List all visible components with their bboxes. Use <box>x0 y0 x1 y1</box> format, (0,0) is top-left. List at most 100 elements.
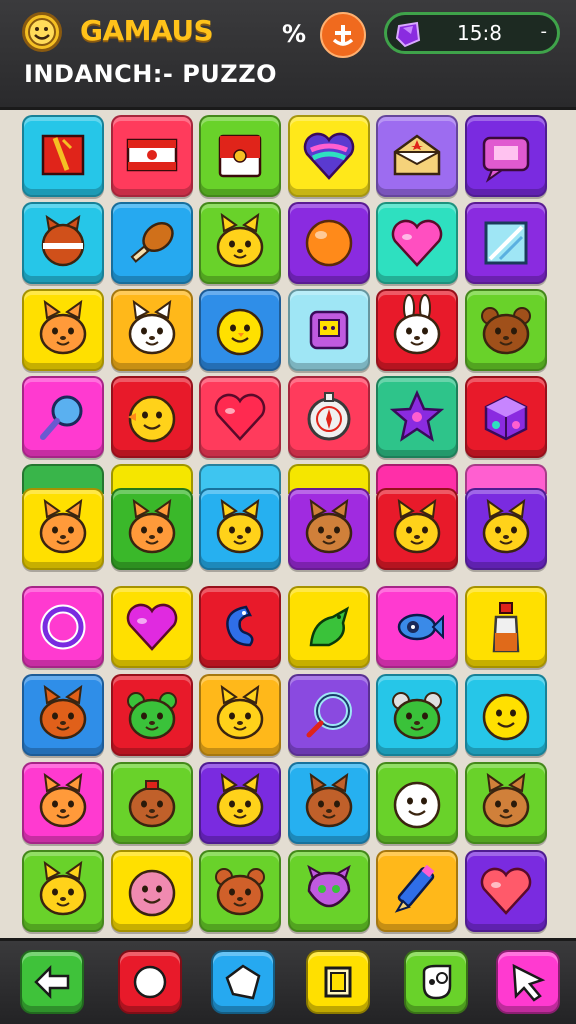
tile-chick-yellow[interactable] <box>110 376 193 458</box>
tile-cat-yellow[interactable] <box>199 488 281 570</box>
tile-heart-magenta[interactable] <box>110 586 193 668</box>
drumstick-icon <box>122 213 182 273</box>
compass-badge-icon <box>299 387 359 447</box>
tile-smiley-yellow[interactable] <box>464 674 547 756</box>
purple-gem-icon <box>395 21 421 48</box>
cat-yellow-icon <box>476 498 536 559</box>
top-bar: GAMAUS INDANCH:- PUZZO % 15:8 - <box>0 0 576 110</box>
flag-red-icon <box>33 126 93 186</box>
tile-fox-orange[interactable] <box>22 674 104 756</box>
tile-robot-face[interactable] <box>287 289 370 371</box>
tile-star-purple[interactable] <box>376 376 458 458</box>
tile-cat-orange[interactable] <box>22 762 104 844</box>
tile-envelope-star[interactable] <box>376 115 458 197</box>
fox-brown-icon <box>299 772 359 833</box>
chick-face-icon <box>210 300 270 360</box>
tile-cat-yellow[interactable] <box>464 488 547 570</box>
cat-yellow-icon <box>210 212 270 273</box>
cat-brown-icon <box>299 498 359 559</box>
tile-heart-red[interactable] <box>199 376 281 458</box>
record-button[interactable] <box>118 950 182 1014</box>
cat-orange-icon <box>33 299 93 360</box>
tile-bear-orange[interactable] <box>199 850 281 932</box>
tile-bottle[interactable] <box>464 586 547 668</box>
tile-monster-purple[interactable] <box>287 850 370 932</box>
tile-cat-yellow[interactable] <box>199 202 281 284</box>
timer-arrow-icon[interactable]: - <box>541 21 548 42</box>
bottle-icon <box>476 597 536 657</box>
tile-heart-rainbow[interactable] <box>287 115 370 197</box>
seahorse-blue-icon <box>210 597 270 657</box>
tile-compass-badge[interactable] <box>287 376 370 458</box>
dragon-green-icon <box>299 597 359 657</box>
sticker-button[interactable] <box>404 950 468 1014</box>
cat-yellow-icon <box>33 860 93 921</box>
cursor-icon <box>508 962 548 1002</box>
tile-dragon-green[interactable] <box>287 586 370 668</box>
tile-ring-blue[interactable] <box>287 674 370 756</box>
tile-cat-orange[interactable] <box>22 289 104 371</box>
tile-drumstick[interactable] <box>110 202 193 284</box>
fox-ball-icon <box>33 213 93 273</box>
tile-fox-brown[interactable] <box>287 762 370 844</box>
tile-pencil-blue[interactable] <box>376 850 458 932</box>
tile-ball-pink[interactable] <box>110 850 193 932</box>
cat-orange-icon <box>122 498 182 559</box>
heart-magenta-icon <box>122 597 182 657</box>
tile-heart-coral[interactable] <box>464 850 547 932</box>
orange-ball-icon <box>299 213 359 273</box>
tile-orange-ball[interactable] <box>287 202 370 284</box>
tile-heart-pink[interactable] <box>376 202 458 284</box>
heart-rainbow-icon <box>299 126 359 186</box>
tile-cat-brown[interactable] <box>464 762 547 844</box>
tile-acorn-face[interactable] <box>110 762 193 844</box>
cat-yellow-icon <box>210 772 270 833</box>
tile-cat-orange[interactable] <box>22 488 104 570</box>
anchor-icon[interactable] <box>320 12 366 58</box>
tile-cat-white[interactable] <box>110 289 193 371</box>
back-button[interactable] <box>20 950 84 1014</box>
tile-ghost-white[interactable] <box>376 762 458 844</box>
sticker-icon <box>416 962 456 1002</box>
square-button[interactable] <box>306 950 370 1014</box>
ball-pink-icon <box>122 861 182 921</box>
tile-flag-red-white[interactable] <box>199 115 281 197</box>
tile-cat-yellow[interactable] <box>199 762 281 844</box>
tile-cat-yellow[interactable] <box>199 674 281 756</box>
tile-frog-green[interactable] <box>110 674 193 756</box>
tile-bunny-white[interactable] <box>376 289 458 371</box>
ring-purple-icon <box>33 597 93 657</box>
tile-cat-yellow[interactable] <box>22 850 104 932</box>
cat-orange-icon <box>33 772 93 833</box>
tile-magnifier-blue[interactable] <box>22 376 104 458</box>
tile-cat-brown[interactable] <box>287 488 370 570</box>
tile-bear-brown[interactable] <box>464 289 547 371</box>
tile-flag-red[interactable] <box>22 115 104 197</box>
tile-gift-cube[interactable] <box>464 376 547 458</box>
tile-flag-banner[interactable] <box>110 115 193 197</box>
percent-button[interactable]: % <box>278 18 310 50</box>
bottom-toolbar <box>0 938 576 1024</box>
heart-red-icon <box>210 387 270 447</box>
arrow-left-icon <box>32 962 72 1002</box>
tile-mouse-green[interactable] <box>376 674 458 756</box>
cat-white-icon <box>122 299 182 360</box>
tile-cat-yellow[interactable] <box>376 488 458 570</box>
tile-ring-purple[interactable] <box>22 586 104 668</box>
tile-cat-orange[interactable] <box>110 488 193 570</box>
robot-face-icon <box>299 300 359 360</box>
tile-mirror-square[interactable] <box>464 202 547 284</box>
smiley-coin-icon[interactable] <box>22 12 62 52</box>
star-purple-icon <box>387 387 447 447</box>
app-title: GAMAUS <box>80 14 214 47</box>
tile-chat-bubble-pink[interactable] <box>464 115 547 197</box>
cursor-button[interactable] <box>496 950 560 1014</box>
envelope-star-icon <box>387 126 447 186</box>
tile-chick-face[interactable] <box>199 289 281 371</box>
cat-yellow-icon <box>210 684 270 745</box>
tile-fish-blue[interactable] <box>376 586 458 668</box>
tile-fox-ball[interactable] <box>22 202 104 284</box>
tile-seahorse-blue[interactable] <box>199 586 281 668</box>
timer-display: 15:8 - <box>384 12 560 54</box>
shape-button[interactable] <box>211 950 275 1014</box>
